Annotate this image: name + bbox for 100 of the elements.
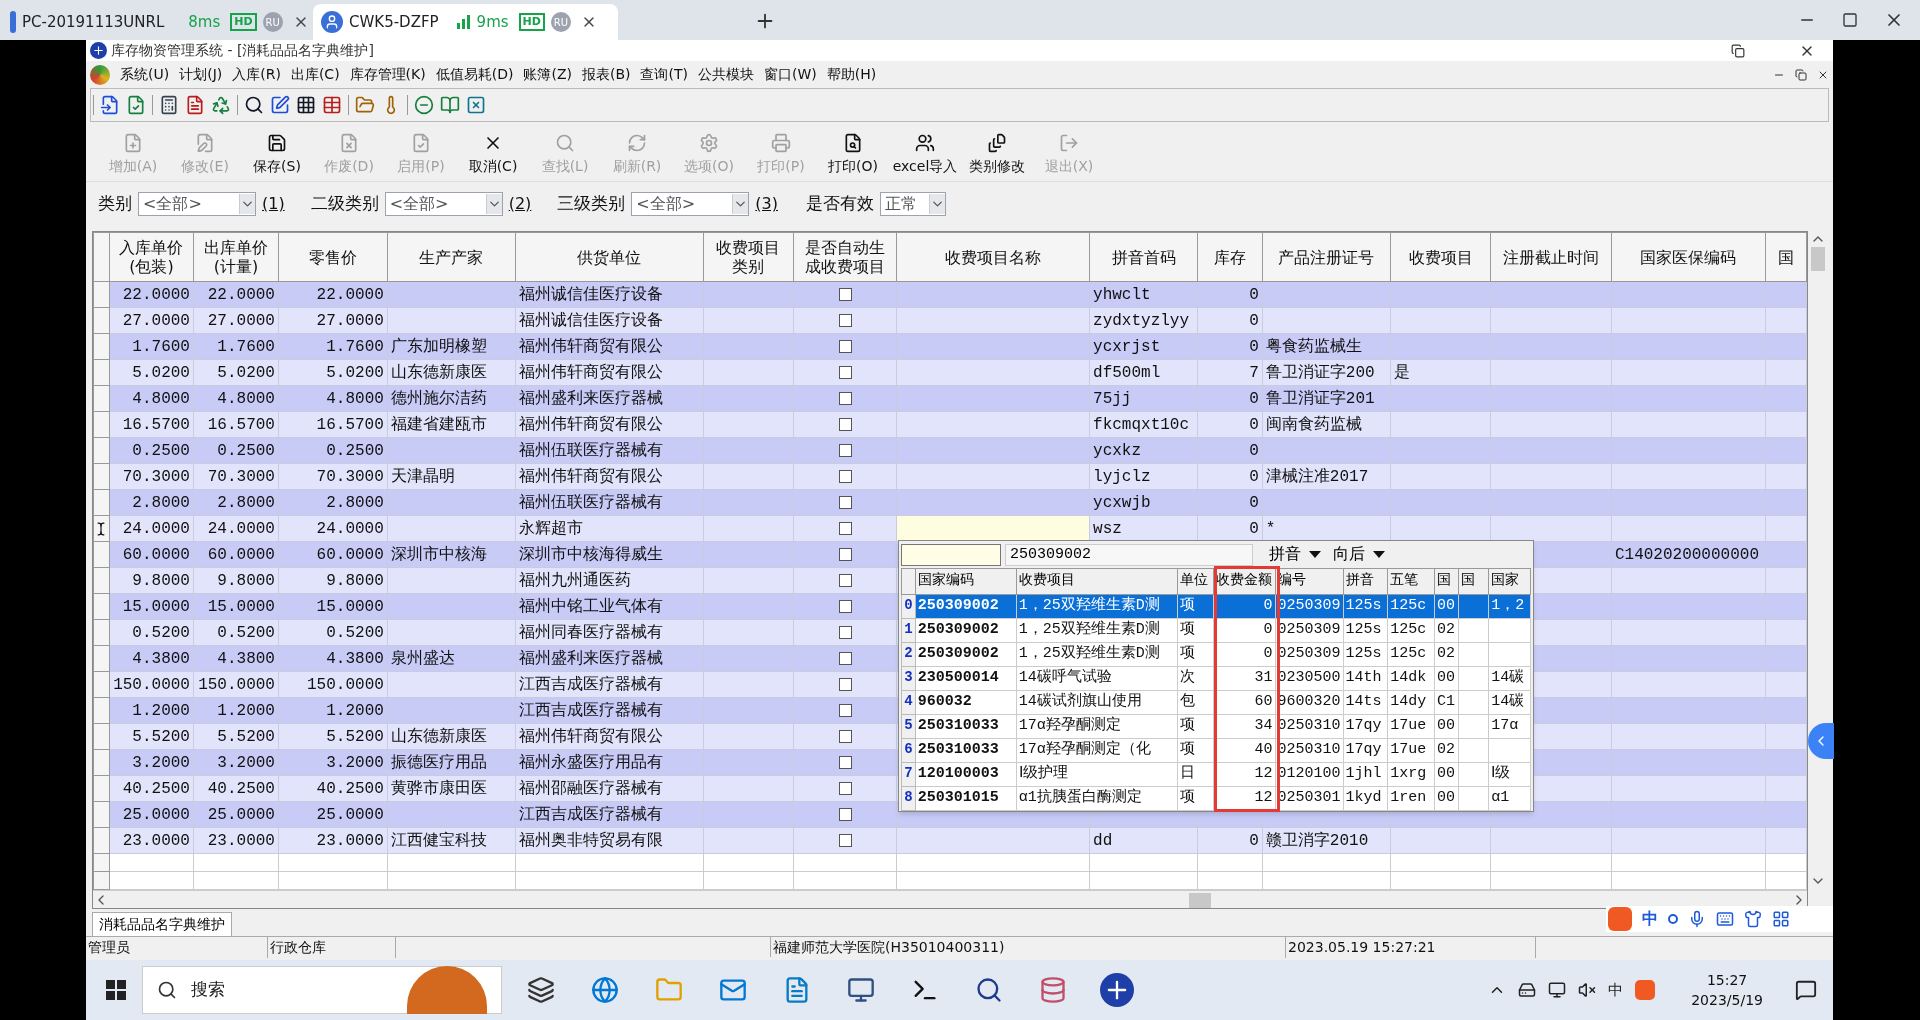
notification-icon[interactable] <box>1795 979 1817 1001</box>
checkbox[interactable] <box>838 418 852 431</box>
dropdown-button[interactable]: 拼音 <box>1269 542 1321 567</box>
table-cell: 17α <box>1491 717 1519 735</box>
scroll-thumb[interactable] <box>1189 893 1211 908</box>
dropdown-button[interactable]: 向后 <box>1333 542 1385 567</box>
lookup-row[interactable]: 7 120100003 Ⅰ级护理 日 12 0120100 1jhl 1xrg 00 Ⅰ级 <box>901 762 1531 787</box>
validity-dropdown[interactable]: 正常 <box>880 192 946 216</box>
toolbar-button[interactable]: excel导入 <box>890 129 960 181</box>
checkbox[interactable] <box>838 574 852 587</box>
lookup-row[interactable]: 0 250309002 1，25双羟维生素D测 项 0 0250309 125s 125c 00 1，2 <box>901 594 1531 619</box>
row-header[interactable] <box>93 515 110 542</box>
menu-item[interactable]: 计划(J) <box>179 64 223 85</box>
search-input[interactable] <box>901 543 1001 566</box>
document-tab[interactable]: 消耗品品名字典维护 <box>92 912 232 936</box>
minus-circle-icon[interactable] <box>414 95 434 115</box>
menu-item[interactable]: 窗口(W) <box>763 64 817 85</box>
toolbar-button[interactable]: 类别修改 <box>962 129 1032 181</box>
plus-app-icon[interactable] <box>1100 973 1134 1007</box>
checkbox[interactable] <box>838 730 852 743</box>
checkbox[interactable] <box>838 548 852 561</box>
checkbox[interactable] <box>838 496 852 509</box>
menu-item[interactable]: 入库(R) <box>232 64 281 85</box>
checkbox[interactable] <box>838 314 852 327</box>
menu-item[interactable]: 报表(B) <box>581 64 631 85</box>
mic-icon[interactable] <box>1688 910 1706 928</box>
checkbox[interactable] <box>838 366 852 379</box>
toolbar-button[interactable]: 打印(O) <box>818 129 888 181</box>
tray-ime[interactable]: 中 <box>1608 978 1624 1002</box>
table-cell: 1.7600 <box>217 337 275 356</box>
browser-tab[interactable]: CWK5-DZFP 9ms HD RU <box>313 4 618 40</box>
restore-icon[interactable] <box>1731 43 1745 58</box>
category-dropdown[interactable]: <全部> <box>384 192 503 216</box>
file-input-icon[interactable] <box>100 95 120 115</box>
grid-icon[interactable] <box>1772 910 1790 928</box>
grid-icon[interactable] <box>296 95 316 115</box>
checkbox[interactable] <box>838 652 852 665</box>
menu-item[interactable]: 账簿(Z) <box>523 64 572 85</box>
lookup-row[interactable]: 6 250310033 17α羟孕酮测定（化 项 40 0250310 17qy 17ue 02 <box>901 738 1531 763</box>
menu-item[interactable]: 查询(T) <box>640 64 688 85</box>
checkbox[interactable] <box>838 626 852 639</box>
lookup-row[interactable]: 1 250309002 1，25双羟维生素D测 项 0 0250309 125s 125c 02 <box>901 618 1531 643</box>
lookup-row[interactable]: 8 250301015 α1抗胰蛋白酶测定 项 12 0250301 1kyd 1ren 00 α1 <box>901 786 1531 811</box>
toolbar-button[interactable]: 保存(S) <box>242 129 312 181</box>
lookup-row[interactable]: 5 250310033 17α羟孕酮测定 项 34 0250310 17qy 17ue 00 17α <box>901 714 1531 739</box>
checkbox[interactable] <box>838 808 852 821</box>
volume-muted-icon[interactable] <box>1578 981 1597 999</box>
folder-icon[interactable] <box>355 95 375 115</box>
checkbox[interactable] <box>838 444 852 457</box>
sogou-logo-icon[interactable] <box>1608 907 1632 931</box>
edit-icon[interactable] <box>270 95 290 115</box>
checkbox[interactable] <box>838 756 852 769</box>
search-icon[interactable] <box>244 95 264 115</box>
checkbox[interactable] <box>838 340 852 353</box>
caret-icon <box>1373 551 1385 558</box>
clock-date[interactable]: 2023/5/19 <box>1691 990 1763 1010</box>
category-dropdown[interactable]: <全部> <box>631 192 750 216</box>
toolbar-button[interactable]: 取消(C) <box>458 129 528 181</box>
checkbox[interactable] <box>838 392 852 405</box>
network-icon[interactable] <box>1548 981 1567 999</box>
checkbox[interactable] <box>838 834 852 847</box>
lookup-row[interactable]: 2 250309002 1，25双羟维生素D测 项 0 0250309 125s 125c 02 <box>901 642 1531 667</box>
menu-item[interactable]: 系统(U) <box>120 64 170 85</box>
mdi-restore-icon[interactable] <box>1795 68 1807 81</box>
maximize-icon[interactable] <box>1842 12 1858 28</box>
clock-time[interactable]: 15:27 <box>1706 970 1748 990</box>
checkbox[interactable] <box>838 704 852 717</box>
start-icon[interactable] <box>106 980 126 1000</box>
square-x-icon[interactable] <box>466 95 486 115</box>
recycle-icon[interactable] <box>211 95 231 115</box>
lookup-row[interactable]: 3 230500014 14碳呼气试验 次 31 0230500 14th 14dk 00 14碳 <box>901 666 1531 691</box>
menu-item[interactable]: 帮助(H) <box>826 64 877 85</box>
lookup-row[interactable]: 4 960032 14碳试剂旗山使用 包 60 9600320 14ts 14dy C1 14碳 <box>901 690 1531 715</box>
checkbox[interactable] <box>838 288 852 301</box>
search-box[interactable]: 搜索 <box>142 966 502 1014</box>
ime-mode[interactable]: 中 <box>1642 907 1658 931</box>
code-field[interactable]: 250309002 <box>1005 543 1253 566</box>
table-icon[interactable] <box>322 95 342 115</box>
menu-item[interactable]: 低值易耗(D) <box>435 64 514 85</box>
checkbox[interactable] <box>838 522 852 535</box>
file-check-icon[interactable] <box>126 95 146 115</box>
checkbox[interactable] <box>838 470 852 483</box>
checkbox[interactable] <box>838 782 852 795</box>
checkbox[interactable] <box>838 678 852 691</box>
menu-item[interactable]: 公共模块 <box>697 64 754 85</box>
document-icon[interactable] <box>185 95 205 115</box>
sogou-tray-icon[interactable] <box>1635 980 1656 1000</box>
book-icon[interactable] <box>440 95 460 115</box>
category-dropdown[interactable]: <全部> <box>138 192 256 216</box>
horizontal-scrollbar[interactable] <box>93 890 1807 908</box>
calculator-icon[interactable] <box>159 95 179 115</box>
shirt-icon[interactable] <box>1744 910 1762 928</box>
drive-icon[interactable] <box>1518 981 1537 999</box>
scroll-thumb[interactable] <box>1811 247 1825 271</box>
table-cell: 250301015 <box>917 789 999 807</box>
keyboard-icon[interactable] <box>1716 910 1734 928</box>
menu-item[interactable]: 库存管理(K) <box>349 64 426 85</box>
checkbox[interactable] <box>838 600 852 613</box>
menu-item[interactable]: 出库(C) <box>290 64 340 85</box>
punctuation-icon[interactable] <box>1668 914 1678 924</box>
